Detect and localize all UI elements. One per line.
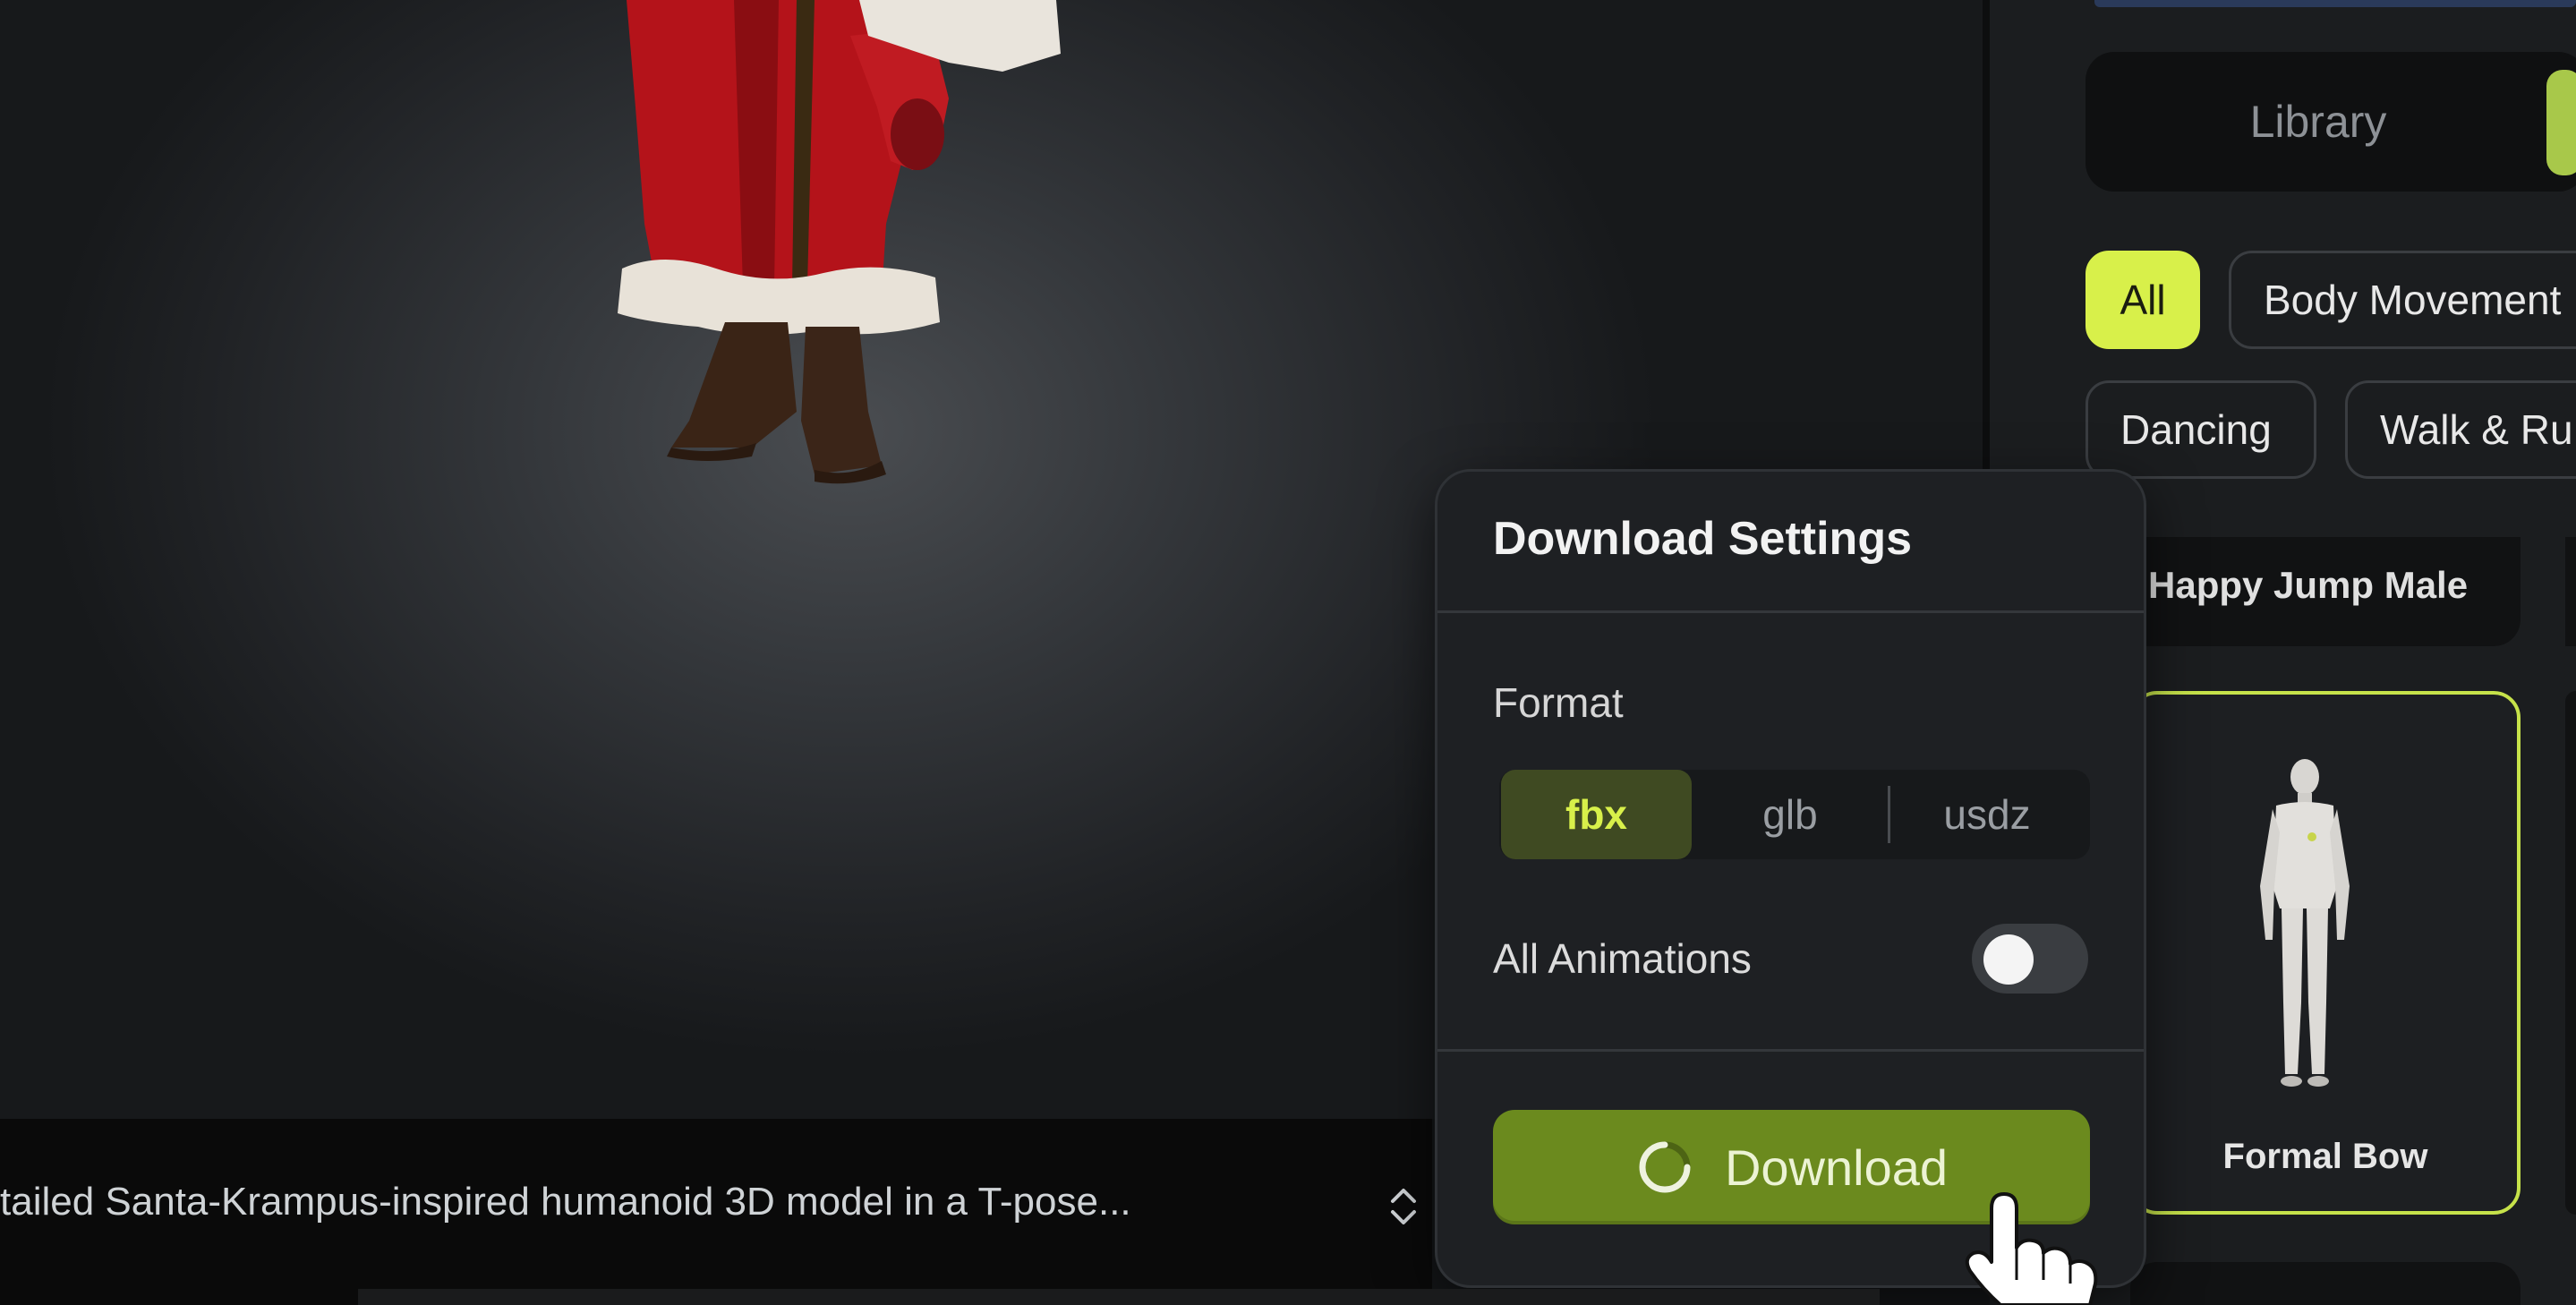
loading-spinner-icon: [1639, 1141, 1691, 1193]
chevron-up-down-icon[interactable]: [1386, 1180, 1421, 1233]
animation-card-partial[interactable]: [2565, 537, 2576, 646]
divider: [1437, 610, 2144, 613]
santa-krampus-model: [618, 0, 1061, 484]
filter-chip-all[interactable]: All: [2086, 251, 2200, 349]
divider: [1437, 1049, 2144, 1052]
prompt-text[interactable]: tailed Santa-Krampus-inspired humanoid 3…: [0, 1180, 1131, 1224]
popup-title: Download Settings: [1493, 513, 1912, 565]
format-option-usdz[interactable]: usdz: [1898, 770, 2077, 859]
format-option-glb[interactable]: glb: [1701, 770, 1880, 859]
animation-card-label: Happy Jump Male: [2148, 564, 2469, 606]
format-separator: [1888, 786, 1890, 843]
caption-strip: [358, 1289, 1880, 1305]
animation-card-label: Formal Bow: [2222, 1137, 2428, 1176]
animation-card-partial[interactable]: [2130, 1262, 2521, 1305]
tab-library[interactable]: Library: [2086, 52, 2551, 192]
toggle-knob[interactable]: [1983, 934, 2034, 985]
filter-chip-body-movement[interactable]: Body Movement: [2229, 251, 2576, 349]
panel-top-strip: [2094, 0, 2576, 7]
mannequin-preview: [2260, 759, 2350, 1087]
filter-chip-dancing[interactable]: Dancing: [2086, 380, 2316, 479]
download-button-label: Download: [1724, 1139, 1949, 1196]
filter-chip-walk-run[interactable]: Walk & Ru: [2345, 380, 2576, 479]
tab-active-indicator[interactable]: [2546, 70, 2576, 175]
format-option-fbx[interactable]: fbx: [1501, 770, 1692, 859]
all-animations-label: All Animations: [1493, 935, 1752, 982]
hand-pointer-cursor-icon: [1965, 1192, 2098, 1305]
animation-card-partial[interactable]: [2565, 691, 2576, 1215]
format-label: Format: [1493, 679, 1624, 726]
